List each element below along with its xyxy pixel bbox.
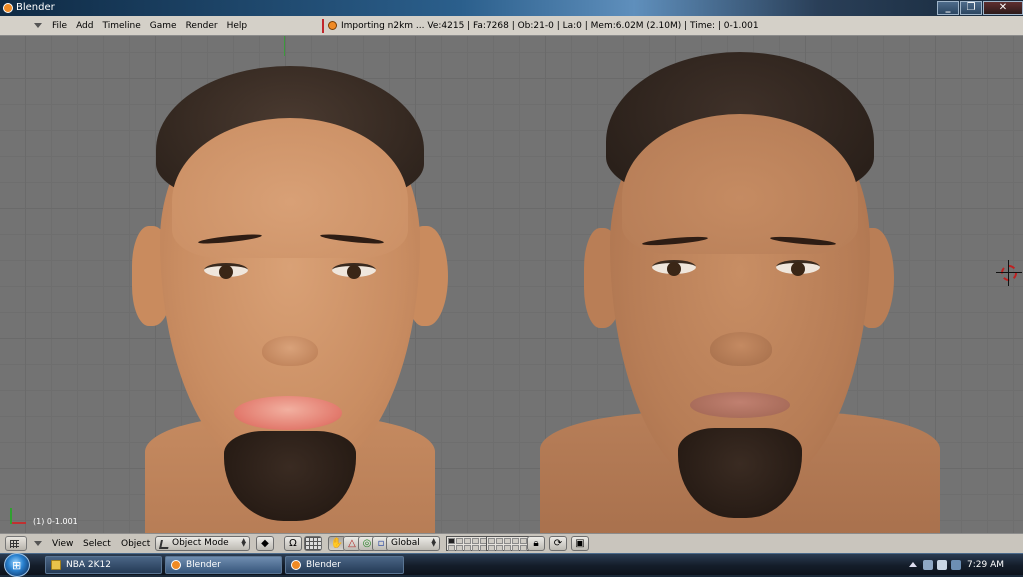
windows-logo-icon: ⊞ <box>12 559 22 572</box>
blender-status-icon <box>328 21 337 30</box>
info-header: File Add Timeline Game Render Help Impor… <box>0 16 1023 36</box>
draw-type-button[interactable]: ◆ <box>256 536 274 551</box>
snap-grid-button[interactable] <box>304 536 322 551</box>
mode-select[interactable]: Object Mode ▲ ▼ <box>155 536 250 551</box>
nose <box>262 336 318 366</box>
menu-file[interactable]: File <box>52 16 67 36</box>
main-menu: File Add Timeline Game Render Help <box>52 16 256 36</box>
axes-gizmo-icon <box>8 506 28 526</box>
menu-game[interactable]: Game <box>150 16 177 36</box>
menu-select[interactable]: Select <box>83 534 111 554</box>
task-blender-2[interactable]: Blender <box>285 556 404 574</box>
minimize-button[interactable]: _ <box>937 1 959 15</box>
task-nba-2k12[interactable]: NBA 2K12 <box>45 556 162 574</box>
collapse-menu-icon[interactable] <box>34 23 42 28</box>
y-axis-line <box>284 36 285 56</box>
menu-view[interactable]: View <box>52 534 73 554</box>
nose <box>710 332 772 366</box>
layer-grid-2[interactable] <box>486 536 529 551</box>
3d-viewport[interactable]: (1) 0-1.001 <box>0 36 1023 533</box>
system-tray: 7:29 AM <box>899 555 1023 575</box>
pivot-button[interactable]: Ω <box>284 536 302 551</box>
left-eye <box>652 260 696 276</box>
3d-view-header: View Select Object Object Mode ▲ ▼ ◆ Ω ✋ … <box>0 533 1023 553</box>
right-eye <box>332 263 376 279</box>
head-model-left[interactable] <box>120 66 460 533</box>
task-label: NBA 2K12 <box>66 560 112 570</box>
head-model-right[interactable] <box>540 52 940 533</box>
editor-type-button[interactable] <box>5 536 27 551</box>
updown-icon: ▲ ▼ <box>431 537 436 548</box>
task-label: Blender <box>186 560 221 570</box>
task-blender-1[interactable]: Blender <box>165 556 282 574</box>
blender-icon <box>171 560 181 570</box>
window-titlebar: Blender _ ❐ ✕ <box>0 0 1023 16</box>
menu-add[interactable]: Add <box>76 16 93 36</box>
left-eye <box>204 263 248 279</box>
right-eye <box>776 260 820 276</box>
lips <box>690 392 790 418</box>
folder-icon <box>51 560 61 570</box>
close-button[interactable]: ✕ <box>983 1 1023 15</box>
show-hidden-icons[interactable] <box>909 562 917 567</box>
collapse-menu-icon[interactable] <box>34 541 42 546</box>
restore-button[interactable]: ❐ <box>960 1 982 15</box>
menu-help[interactable]: Help <box>227 16 248 36</box>
scene-stats: Importing n2km ... Ve:4215 | Fa:7268 | O… <box>341 21 759 31</box>
pin-icon[interactable]: ⟳ <box>549 536 567 551</box>
window-title: Blender <box>16 2 55 13</box>
taskbar: ⊞ NBA 2K12 Blender Blender 7:29 AM <box>0 553 1023 577</box>
header-divider <box>322 19 324 33</box>
menu-timeline[interactable]: Timeline <box>103 16 141 36</box>
layer-grid-1[interactable] <box>446 536 489 551</box>
mode-label: Object Mode <box>172 538 229 548</box>
lock-icon[interactable]: 🔒︎ <box>527 536 545 551</box>
speaker-icon[interactable] <box>937 560 947 570</box>
lips <box>234 396 342 430</box>
network-icon[interactable] <box>923 560 933 570</box>
tray-app-icon[interactable] <box>951 560 961 570</box>
3d-cursor-icon <box>996 260 1022 286</box>
orientation-label: Global <box>391 538 420 548</box>
start-button[interactable]: ⊞ <box>4 553 30 577</box>
render-icon[interactable]: ▣ <box>571 536 589 551</box>
blender-icon <box>291 560 301 570</box>
task-label: Blender <box>306 560 341 570</box>
blender-icon <box>3 3 13 13</box>
updown-icon: ▲ ▼ <box>241 537 246 548</box>
clock[interactable]: 7:29 AM <box>967 555 1004 575</box>
frame-label: (1) 0-1.001 <box>33 517 78 526</box>
menu-object[interactable]: Object <box>121 534 150 554</box>
window-controls: _ ❐ ✕ <box>936 0 1023 16</box>
menu-render[interactable]: Render <box>186 16 218 36</box>
orientation-select[interactable]: Global ▲ ▼ <box>386 536 440 551</box>
